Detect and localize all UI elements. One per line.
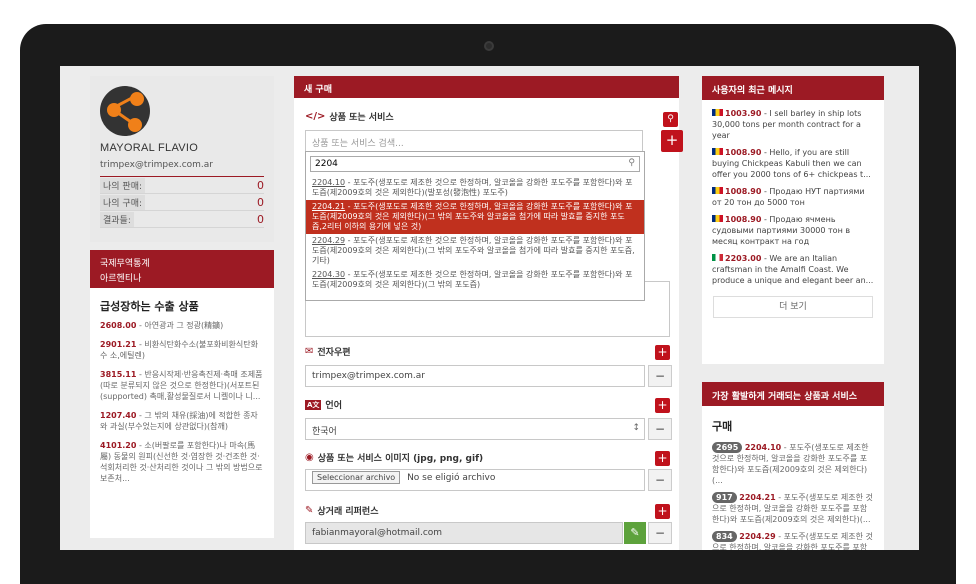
trade-stats-title: 국제무역통계 [100,259,150,269]
search-icon: ⚲ [628,158,635,168]
messages-title: 사용자의 최근 메시지 [702,76,884,100]
list-item[interactable]: 3815.11 - 반응시작제·반응촉진제·촉매 조제품(따로 분류되지 않은 … [100,369,264,402]
remove-image-button[interactable]: − [648,469,672,491]
list-item[interactable]: 1207.40 - 그 밖의 채유(採油)에 적합한 종자와 과실(부수었는지에… [100,410,264,432]
count-badge: 834 [712,531,737,542]
count-badge: 917 [712,492,737,503]
flag-icon [712,254,723,261]
image-file-input: Seleccionar archivo No se eligió archivo [305,469,645,491]
top-products-title: 가장 활발하게 거래되는 상품과 서비스 [702,382,884,406]
avatar[interactable] [100,86,150,136]
language-select[interactable]: 한국어 ↕ [305,418,645,440]
image-label: 상품 또는 서비스 이미지 (jpg, png, gif) [317,454,484,464]
list-item[interactable]: 917 2204.21 - 포도주(생포도로 제조한 것으로 한정하며, 알코올… [712,492,874,525]
dropdown-option[interactable]: 2204.29 - 포도주(생포도로 제조한 것으로 한정하며, 알코올을 강화… [306,234,644,268]
handshake-icon: ✎ [305,505,314,516]
message-item[interactable]: 1008.90 - Продаю НУТ партиями от 20 тон … [712,186,874,208]
camera-icon [484,41,494,51]
remove-email-button[interactable]: − [648,365,672,387]
flag-icon [712,109,723,116]
product-dropdown: 2204 ⚲ 2204.10 - 포도주(생포도로 제조한 것으로 한정하며, 알… [305,151,645,301]
dropdown-option-selected[interactable]: 2204.21 - 포도주(생포도로 제조한 것으로 한정하며, 알코올을 강화… [306,200,644,234]
trending-exports: 급성장하는 수출 상품 2608.00 - 아연광과 그 정광(精鑛) 2901… [90,288,274,538]
file-status: No se eligió archivo [407,473,496,483]
choose-file-button[interactable]: Seleccionar archivo [312,471,401,484]
language-label: 언어 [325,401,342,411]
more-button[interactable]: 더 보기 [713,296,873,318]
add-email-button[interactable]: + [655,345,670,360]
dropdown-option[interactable]: 2204.30 - 포도주(생포도로 제조한 것으로 한정하며, 알코올을 강화… [306,268,644,292]
add-reference-button[interactable]: + [655,504,670,519]
dropdown-option[interactable]: 2204.10 - 포도주(생포도로 제조한 것으로 한정하며, 알코올을 강화… [306,176,644,200]
flag-icon [712,148,723,155]
list-item[interactable]: 4101.20 - 소(버팔로를 포함한다)나 마속(馬屬) 동물의 원피(신선… [100,440,264,484]
email-label: 전자우편 [317,348,351,358]
message-item[interactable]: 1003.90 - I sell barley in ship lots 30,… [712,108,874,141]
stat-row-purchases[interactable]: 나의 구매: 0 [100,194,264,211]
product-field: </> 상품 또는 서비스 [305,110,670,123]
category-title: 구매 [712,420,733,433]
add-image-button[interactable]: + [655,451,670,466]
list-item[interactable]: 2901.21 - 비환식탄화수소(불포화비환식탄화수 소,에틸렌) [100,339,264,361]
stat-row-results[interactable]: 결과들: 0 [100,211,264,228]
product-label: 상품 또는 서비스 [329,113,394,123]
language-icon: A文 [305,399,322,410]
messages-list: 1003.90 - I sell barley in ship lots 30,… [702,100,884,364]
count-badge: 2695 [712,442,743,453]
remove-reference-button[interactable]: − [648,522,672,544]
dropdown-search-input[interactable]: 2204 ⚲ [310,156,640,172]
message-item[interactable]: 2203.00 - We are an Italian craftsman in… [712,253,874,286]
add-product-button[interactable]: + [661,130,683,152]
flag-icon [712,187,723,194]
list-item[interactable]: 2695 2204.10 - 포도주(생포도로 제조한 것으로 한정하며, 알코… [712,442,874,486]
profile-email: trimpex@trimpex.com.ar [100,160,213,170]
reference-label: 상거래 리퍼런스 [317,507,379,517]
message-item[interactable]: 1008.90 - Продаю ячмень судовыми партиям… [712,214,874,247]
flag-icon [712,215,723,222]
envelope-icon: ✉ [305,346,314,357]
profile-name: MAYORAL FLAVIO [100,142,199,154]
trade-stats-country: 아르헨티나 [100,274,142,284]
camera-icon: ◉ [305,452,314,463]
profile-card: MAYORAL FLAVIO trimpex@trimpex.com.ar 나의… [90,76,274,242]
email-field[interactable]: trimpex@trimpex.com.ar [305,365,645,387]
reference-field[interactable]: fabianmayoral@hotmail.com [305,522,623,544]
purchase-form: 새 구매 </> 상품 또는 서비스 ⚲ 상품 또는 서비스 검색... + 22… [294,76,683,550]
code-icon: </> [305,111,326,122]
remove-language-button[interactable]: − [648,418,672,440]
trade-stats-header: 국제무역통계 아르헨티나 [90,250,274,288]
right-sidebar: 사용자의 최근 메시지 1003.90 - I sell barley in s… [702,76,884,550]
list-item[interactable]: 834 2204.29 - 포도주(생포도로 제조한 것으로 한정하며, 알코올… [712,531,874,550]
search-icon[interactable]: ⚲ [663,112,678,127]
trending-title: 급성장하는 수출 상품 [100,300,199,313]
list-item[interactable]: 2608.00 - 아연광과 그 정광(精鑛) [100,320,264,331]
left-sidebar: MAYORAL FLAVIO trimpex@trimpex.com.ar 나의… [90,76,274,538]
message-item[interactable]: 1008.90 - Hello, if you are still buying… [712,147,874,180]
top-products-list: 구매 2695 2204.10 - 포도주(생포도로 제조한 것으로 한정하며,… [702,406,884,550]
form-title: 새 구매 [294,76,679,98]
verified-icon[interactable]: ✎ [624,522,646,544]
chevron-down-icon: ↕ [632,423,640,433]
browser-viewport: MAYORAL FLAVIO trimpex@trimpex.com.ar 나의… [60,66,919,550]
add-language-button[interactable]: + [655,398,670,413]
stat-row-sales[interactable]: 나의 판매: 0 [100,177,264,194]
product-select[interactable]: 상품 또는 서비스 검색... [305,130,643,152]
